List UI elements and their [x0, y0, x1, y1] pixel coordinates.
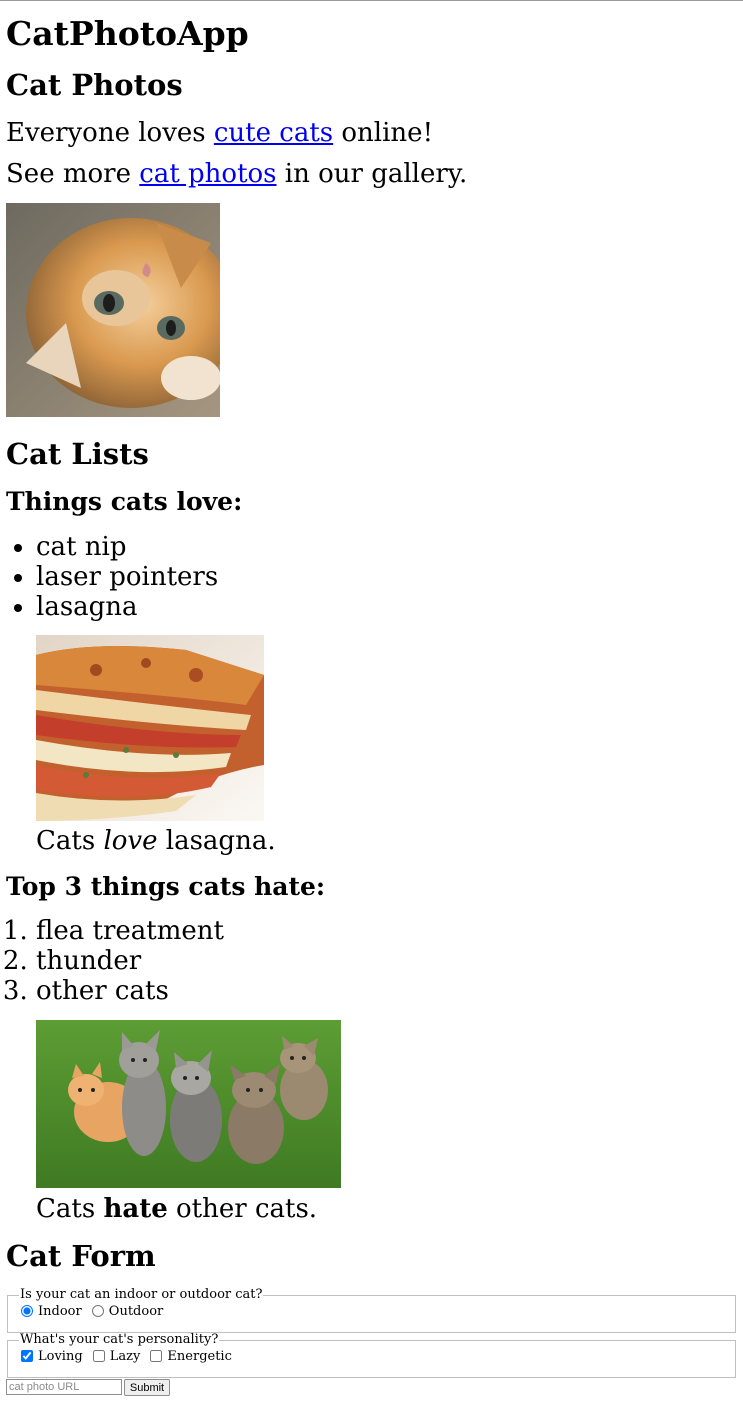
kittens-photo — [36, 1020, 341, 1188]
caption-text-after: lasagna. — [157, 826, 276, 856]
caption-strong: hate — [103, 1194, 168, 1224]
intro-paragraph: Everyone loves cute cats online! — [6, 117, 433, 149]
indoor-radio[interactable] — [21, 1305, 33, 1317]
indoor-label: Indoor — [38, 1303, 82, 1319]
cat-photos-link[interactable]: cat photos — [139, 159, 276, 189]
kittens-image — [36, 1020, 341, 1188]
kittens-caption: Cats hate other cats. — [36, 1193, 317, 1225]
things-cats-hate-heading: Top 3 things cats hate: — [6, 872, 326, 901]
intro-text-after: online! — [333, 118, 434, 148]
cats-love-list: cat nip laser pointers lasagna — [6, 532, 218, 622]
submit-button[interactable]: Submit — [124, 1379, 170, 1396]
loving-option[interactable]: Loving — [18, 1349, 83, 1364]
energetic-label: Energetic — [167, 1348, 232, 1364]
energetic-option[interactable]: Energetic — [147, 1348, 232, 1364]
list-item: other cats — [36, 976, 224, 1006]
caption-text-before: Cats — [36, 826, 104, 856]
list-item: lasagna — [36, 592, 218, 622]
cat-form-heading: Cat Form — [6, 1239, 156, 1273]
lasagna-caption: Cats love lasagna. — [36, 825, 276, 857]
gallery-text-after: in our gallery. — [276, 159, 468, 189]
list-item: thunder — [36, 946, 224, 976]
cat-photos-heading: Cat Photos — [6, 68, 183, 102]
caption-text-before: Cats — [36, 1194, 104, 1224]
outdoor-radio[interactable] — [91, 1305, 104, 1317]
personality-fieldset: What's your cat's personality? Loving La… — [7, 1333, 736, 1378]
gallery-text-before: See more — [6, 159, 140, 189]
caption-emphasis: love — [103, 826, 158, 856]
list-item: laser pointers — [36, 562, 218, 592]
things-cats-love-heading: Things cats love: — [6, 487, 243, 516]
loving-checkbox[interactable] — [21, 1350, 33, 1362]
cat-photo-url-input[interactable] — [6, 1379, 122, 1395]
cat-lists-heading: Cat Lists — [6, 437, 149, 471]
cute-cats-link[interactable]: cute cats — [214, 118, 333, 148]
cats-hate-list: flea treatment thunder other cats — [6, 916, 224, 1006]
intro-text-before: Everyone loves — [6, 118, 214, 148]
indoor-outdoor-fieldset: Is your cat an indoor or outdoor cat? In… — [7, 1288, 736, 1333]
personality-legend: What's your cat's personality? — [20, 1332, 219, 1347]
lazy-option[interactable]: Lazy — [90, 1348, 141, 1364]
lasagna-photo — [36, 635, 264, 821]
relaxing-cat-image — [6, 203, 220, 417]
caption-text-after: other cats. — [167, 1194, 318, 1224]
indoor-option[interactable]: Indoor — [18, 1304, 82, 1319]
lazy-label: Lazy — [109, 1348, 141, 1364]
list-item: cat nip — [36, 532, 218, 562]
page-title: CatPhotoApp — [6, 14, 249, 53]
loving-label: Loving — [38, 1348, 83, 1364]
list-item: flea treatment — [36, 916, 224, 946]
relaxing-cat-photo-link[interactable] — [6, 203, 220, 417]
energetic-checkbox[interactable] — [150, 1350, 163, 1362]
gallery-paragraph: See more cat photos in our gallery. — [6, 158, 467, 190]
outdoor-label: Outdoor — [108, 1303, 164, 1319]
outdoor-option[interactable]: Outdoor — [89, 1304, 163, 1319]
lazy-checkbox[interactable] — [92, 1350, 105, 1362]
indoor-outdoor-legend: Is your cat an indoor or outdoor cat? — [20, 1287, 263, 1302]
lasagna-image — [36, 635, 264, 821]
